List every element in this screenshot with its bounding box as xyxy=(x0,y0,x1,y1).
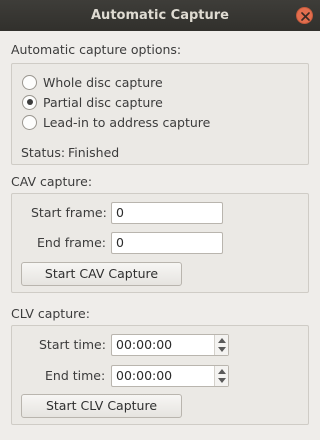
start-time-label: Start time: xyxy=(39,337,106,352)
clv-capture-group-label: CLV capture: xyxy=(11,306,90,321)
chevron-down-icon[interactable] xyxy=(218,378,226,383)
close-button[interactable] xyxy=(296,7,313,24)
start-time-value[interactable]: 00:00:00 xyxy=(116,335,172,355)
end-time-value[interactable]: 00:00:00 xyxy=(116,366,172,386)
radio-label: Lead-in to address capture xyxy=(43,114,211,130)
automatic-capture-group-label: Automatic capture options: xyxy=(11,42,182,57)
radio-label: Partial disc capture xyxy=(43,94,163,110)
title-bar: Automatic Capture xyxy=(0,0,320,31)
end-frame-label: End frame: xyxy=(37,235,107,250)
end-frame-input[interactable]: 0 xyxy=(111,232,223,254)
start-frame-input[interactable]: 0 xyxy=(111,202,223,224)
window-title: Automatic Capture xyxy=(91,8,229,23)
start-cav-capture-button[interactable]: Start CAV Capture xyxy=(21,262,182,286)
radio-button-unchecked[interactable] xyxy=(22,74,37,90)
radio-button-checked[interactable] xyxy=(22,94,37,110)
spin-arrows[interactable] xyxy=(214,366,228,386)
radio-label: Whole disc capture xyxy=(43,74,163,90)
automatic-capture-window: Automatic Capture Automatic capture opti… xyxy=(0,0,320,440)
radio-lead-in[interactable]: Lead-in to address capture xyxy=(22,114,210,130)
chevron-down-icon[interactable] xyxy=(218,347,226,352)
spin-arrows[interactable] xyxy=(214,335,228,355)
radio-partial-disc[interactable]: Partial disc capture xyxy=(22,94,163,110)
status-label: Status: xyxy=(21,145,66,160)
end-time-label: End time: xyxy=(45,368,106,383)
start-frame-label: Start frame: xyxy=(31,205,107,220)
cav-capture-group-label: CAV capture: xyxy=(11,174,93,189)
status-value: Finished xyxy=(68,145,120,160)
start-clv-capture-button[interactable]: Start CLV Capture xyxy=(21,394,182,418)
start-time-spinbox[interactable]: 00:00:00 xyxy=(111,334,229,356)
radio-button-unchecked[interactable] xyxy=(22,114,37,130)
chevron-up-icon[interactable] xyxy=(218,369,226,374)
radio-whole-disc[interactable]: Whole disc capture xyxy=(22,74,163,90)
end-time-spinbox[interactable]: 00:00:00 xyxy=(111,365,229,387)
close-icon xyxy=(301,12,310,21)
chevron-up-icon[interactable] xyxy=(218,338,226,343)
